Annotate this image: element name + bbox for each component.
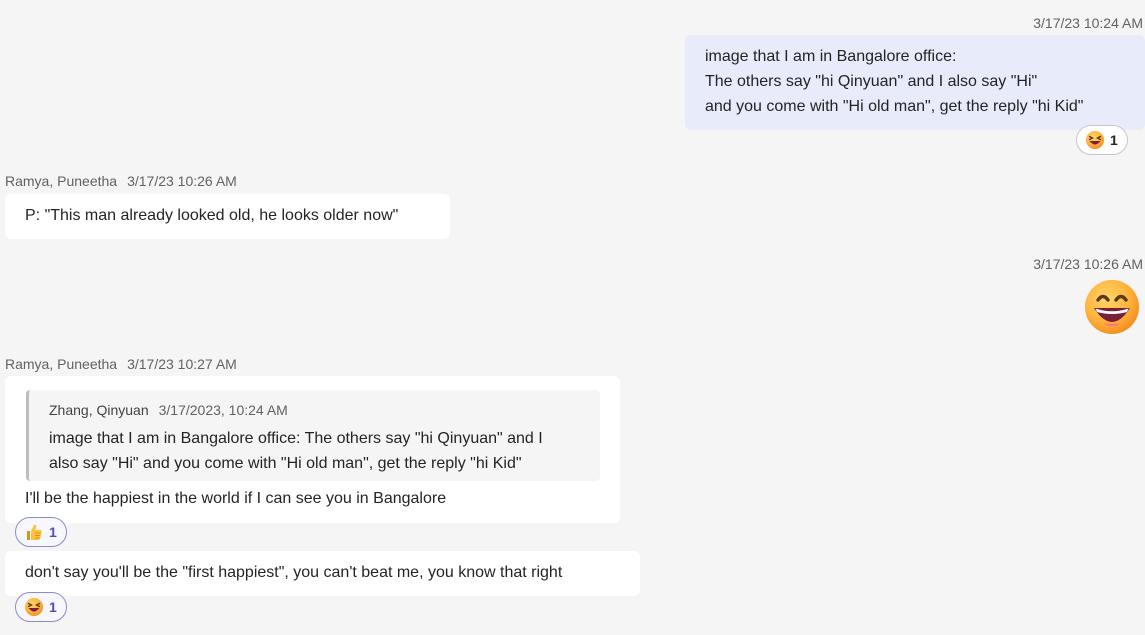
- emoji-message[interactable]: [1083, 278, 1141, 336]
- laughing-face-icon: [25, 598, 43, 616]
- message-text: I'll be the happiest in the world if I c…: [25, 490, 447, 507]
- author-name: Ramya, Puneetha: [5, 173, 118, 189]
- reaction-count: 1: [49, 599, 57, 615]
- reaction-chip[interactable]: 1: [15, 592, 67, 622]
- message-timestamp: 3/17/23 10:26 AM: [127, 173, 237, 189]
- message-text: P: "This man already looked old, he look…: [25, 207, 399, 224]
- quote-author: Zhang, Qinyuan: [49, 402, 149, 418]
- incoming-message-bubble[interactable]: don't say you'll be the "first happiest"…: [5, 551, 640, 596]
- grinning-face-icon: [1085, 280, 1139, 334]
- reaction-chip[interactable]: 1: [1076, 125, 1128, 155]
- author-name: Ramya, Puneetha: [5, 356, 118, 372]
- reaction-chip[interactable]: 1: [15, 517, 67, 547]
- message-text-line: and you come with "Hi old man", get the …: [705, 98, 1084, 115]
- message-meta: Ramya, Puneetha 3/17/23 10:27 AM: [5, 356, 237, 372]
- message-text-line: image that I am in Bangalore office:: [705, 48, 957, 65]
- incoming-message-bubble[interactable]: Zhang, Qinyuan 3/17/2023, 10:24 AM image …: [5, 376, 620, 523]
- quote-text: image that I am in Bangalore office: The…: [49, 426, 588, 476]
- message-text-line: The others say "hi Qinyuan" and I also s…: [705, 73, 1038, 90]
- quote-text-line: image that I am in Bangalore office: The…: [49, 430, 543, 447]
- message-meta: Ramya, Puneetha 3/17/23 10:26 AM: [5, 173, 237, 189]
- outgoing-message-bubble[interactable]: image that I am in Bangalore office: The…: [685, 35, 1145, 130]
- message-text: don't say you'll be the "first happiest"…: [25, 564, 563, 581]
- incoming-message-bubble[interactable]: P: "This man already looked old, he look…: [5, 194, 450, 239]
- message-timestamp: 3/17/23 10:27 AM: [127, 356, 237, 372]
- thumbs-up-icon: [27, 524, 42, 540]
- quote-timestamp: 3/17/2023, 10:24 AM: [158, 402, 288, 418]
- quoted-message[interactable]: Zhang, Qinyuan 3/17/2023, 10:24 AM image …: [26, 390, 600, 481]
- quote-meta: Zhang, Qinyuan 3/17/2023, 10:24 AM: [49, 398, 588, 422]
- quote-text-line: also say "Hi" and you come with "Hi old …: [49, 455, 522, 472]
- laughing-face-icon: [1086, 131, 1104, 149]
- message-timestamp: 3/17/23 10:26 AM: [1033, 256, 1143, 272]
- reaction-count: 1: [1110, 132, 1118, 148]
- message-timestamp: 3/17/23 10:24 AM: [1033, 15, 1143, 31]
- reaction-count: 1: [49, 524, 57, 540]
